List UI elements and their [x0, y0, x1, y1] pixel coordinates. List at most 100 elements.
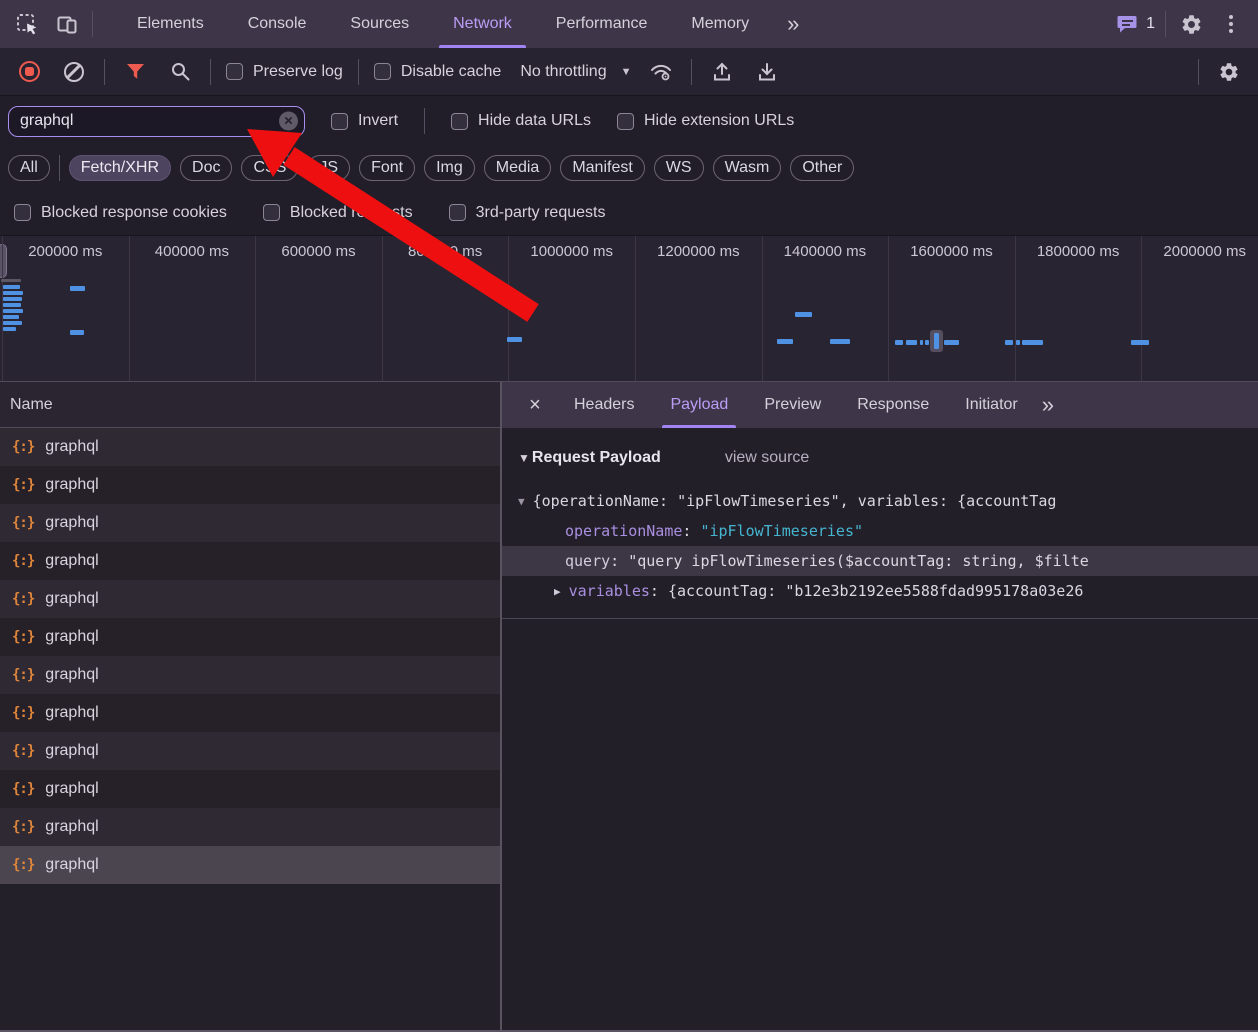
payload-line[interactable]: operationName: "ipFlowTimeseries" [502, 516, 1258, 546]
type-chip-js[interactable]: JS [307, 155, 350, 181]
checkbox[interactable] [449, 204, 466, 221]
tab-sources[interactable]: Sources [328, 0, 431, 48]
preserve-log-label: Preserve log [253, 63, 343, 81]
network-overview-timeline[interactable]: 200000 ms400000 ms600000 ms800000 ms1000… [0, 235, 1258, 381]
checkbox[interactable] [263, 204, 280, 221]
inspect-element-icon[interactable] [12, 9, 42, 39]
import-har-icon[interactable] [707, 57, 737, 87]
table-row[interactable]: {:}graphql [0, 656, 500, 694]
tab-network[interactable]: Network [431, 0, 534, 48]
table-row[interactable]: {:}graphql [0, 618, 500, 656]
filter-funnel-icon[interactable] [120, 57, 150, 87]
checkbox[interactable] [226, 63, 243, 80]
hide-extension-urls-checkbox[interactable]: Hide extension URLs [617, 112, 794, 130]
more-detail-tabs-chevron[interactable]: » [1036, 394, 1060, 416]
preserve-log-checkbox[interactable]: Preserve log [226, 63, 343, 81]
waterfall-bar [944, 340, 959, 345]
throttling-value: No throttling [520, 63, 606, 81]
checkbox[interactable] [14, 204, 31, 221]
name-column-header[interactable]: Name [0, 382, 500, 428]
divider [104, 59, 105, 85]
timeline-tick-label: 800000 ms [382, 243, 509, 263]
issues-bubble-icon [1117, 13, 1139, 35]
view-source-link[interactable]: view source [725, 449, 809, 467]
device-toolbar-icon[interactable] [52, 9, 82, 39]
divider [92, 11, 93, 37]
network-settings-gear-icon[interactable] [1214, 57, 1244, 87]
blocked-requests-checkbox[interactable]: Blocked requests [263, 204, 413, 222]
clear-network-log-button[interactable] [59, 57, 89, 87]
record-network-log-button[interactable] [14, 57, 44, 87]
payload-key: query [565, 552, 610, 570]
disable-cache-checkbox[interactable]: Disable cache [374, 63, 502, 81]
hide-data-urls-checkbox[interactable]: Hide data URLs [451, 112, 591, 130]
table-row[interactable]: {:}graphql [0, 770, 500, 808]
collapse-triangle-icon[interactable]: ▼ [518, 451, 530, 465]
table-row[interactable]: {:}graphql [0, 542, 500, 580]
3rd-party-requests-checkbox[interactable]: 3rd-party requests [449, 204, 606, 222]
waterfall-bar [925, 340, 929, 345]
issues-button[interactable]: 1 [1117, 13, 1155, 35]
table-row[interactable]: {:}graphql [0, 694, 500, 732]
detail-tab-payload[interactable]: Payload [652, 382, 746, 428]
checkbox[interactable] [331, 113, 348, 130]
payload-text: : [610, 552, 628, 570]
table-row[interactable]: {:}graphql [0, 428, 500, 466]
request-payload-header[interactable]: ▼ Request Payload view source [502, 444, 1258, 472]
checkbox-label: Blocked requests [290, 204, 413, 222]
table-row[interactable]: {:}graphql [0, 846, 500, 884]
timeline-tick-label: 200000 ms [2, 243, 129, 263]
request-detail-panel: × HeadersPayloadPreviewResponseInitiator… [502, 382, 1258, 1030]
payload-line[interactable]: ▶variables: {accountTag: "b12e3b2192ee55… [502, 576, 1258, 606]
type-chip-manifest[interactable]: Manifest [560, 155, 644, 181]
clear-filter-icon[interactable]: × [279, 112, 298, 131]
search-icon[interactable] [165, 57, 195, 87]
export-har-icon[interactable] [752, 57, 782, 87]
type-chip-wasm[interactable]: Wasm [713, 155, 782, 181]
type-chip-media[interactable]: Media [484, 155, 552, 181]
table-row[interactable]: {:}graphql [0, 808, 500, 846]
divider [1165, 11, 1166, 37]
expanded-triangle-icon[interactable]: ▼ [518, 487, 525, 516]
detail-tab-headers[interactable]: Headers [556, 382, 652, 428]
table-row[interactable]: {:}graphql [0, 580, 500, 618]
type-chip-all[interactable]: All [8, 155, 50, 181]
throttling-dropdown[interactable]: No throttling ▼ [516, 63, 631, 81]
filter-input[interactable] [8, 106, 305, 137]
detail-tab-response[interactable]: Response [839, 382, 947, 428]
checkbox[interactable] [374, 63, 391, 80]
type-chip-css[interactable]: CSS [241, 155, 298, 181]
timeline-tick-label: 1600000 ms [888, 243, 1015, 263]
type-chip-other[interactable]: Other [790, 155, 854, 181]
network-conditions-icon[interactable] [646, 57, 676, 87]
detail-tab-initiator[interactable]: Initiator [947, 382, 1035, 428]
tab-performance[interactable]: Performance [534, 0, 670, 48]
payload-line[interactable]: ▼{operationName: "ipFlowTimeseries", var… [502, 486, 1258, 516]
tab-console[interactable]: Console [226, 0, 329, 48]
checkbox[interactable] [617, 113, 634, 130]
kebab-menu-icon[interactable] [1216, 9, 1246, 39]
more-tabs-chevron[interactable]: » [781, 13, 805, 35]
type-chip-ws[interactable]: WS [654, 155, 704, 181]
settings-gear-icon[interactable] [1176, 9, 1206, 39]
invert-checkbox[interactable]: Invert [331, 112, 398, 130]
waterfall-bar [1016, 340, 1020, 345]
table-row[interactable]: {:}graphql [0, 732, 500, 770]
payload-line[interactable]: query: "query ipFlowTimeseries($accountT… [502, 546, 1258, 576]
type-chip-doc[interactable]: Doc [180, 155, 232, 181]
checkbox[interactable] [451, 113, 468, 130]
blocked-response-cookies-checkbox[interactable]: Blocked response cookies [14, 204, 227, 222]
divider [502, 618, 1258, 619]
waterfall-bar [1131, 340, 1149, 345]
type-chip-font[interactable]: Font [359, 155, 415, 181]
tab-memory[interactable]: Memory [669, 0, 771, 48]
table-row[interactable]: {:}graphql [0, 466, 500, 504]
table-row[interactable]: {:}graphql [0, 504, 500, 542]
collapsed-triangle-icon[interactable]: ▶ [554, 577, 561, 606]
type-chip-fetch-xhr[interactable]: Fetch/XHR [69, 155, 171, 181]
detail-tab-preview[interactable]: Preview [746, 382, 839, 428]
close-detail-icon[interactable]: × [514, 394, 556, 417]
type-chip-img[interactable]: Img [424, 155, 475, 181]
tab-elements[interactable]: Elements [115, 0, 226, 48]
issues-count: 1 [1146, 15, 1155, 33]
